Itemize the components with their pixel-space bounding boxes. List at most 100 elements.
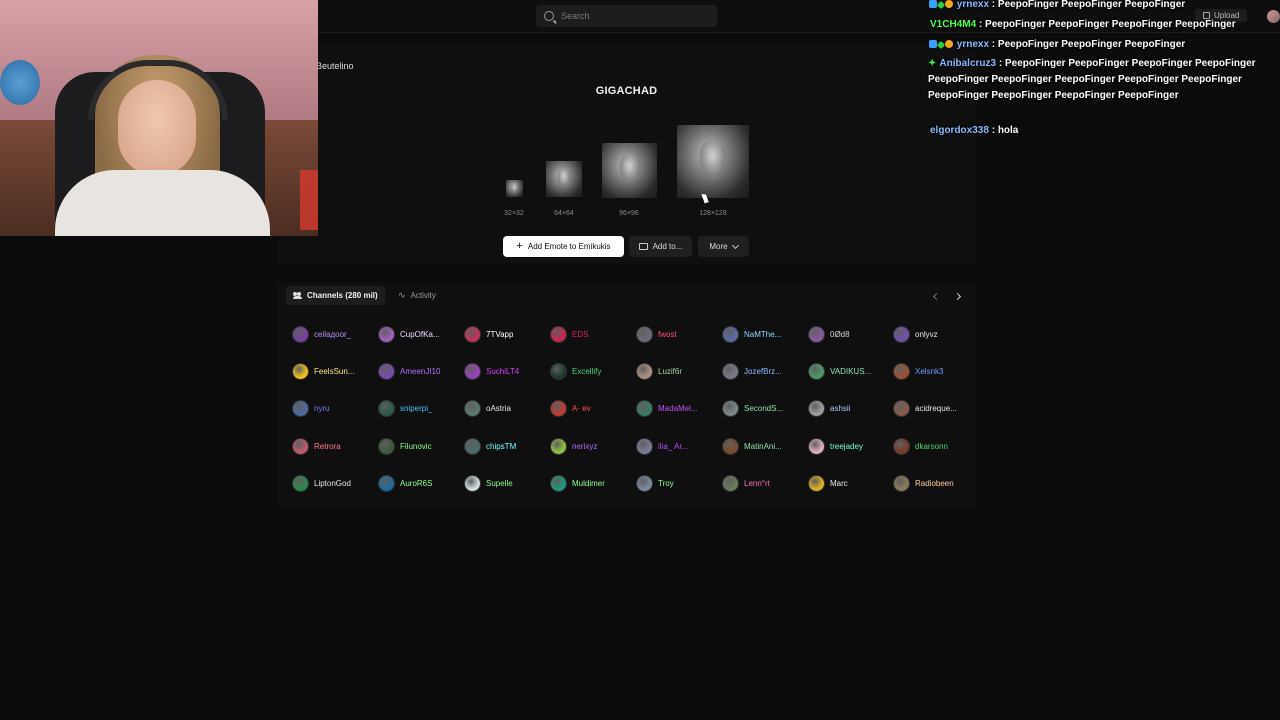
channel-name: MadaMel... <box>658 403 698 413</box>
channel-item[interactable]: Supelle <box>464 473 548 493</box>
channel-item[interactable]: Filunovic <box>378 436 462 456</box>
channel-name: A· ev <box>572 403 591 413</box>
channel-item[interactable]: CupOfKa... <box>378 324 462 344</box>
channel-name: AmeenJI10 <box>400 366 441 376</box>
channel-item[interactable]: acidreque... <box>893 398 977 418</box>
avatar <box>636 474 653 492</box>
channel-item[interactable]: Lenn°rt <box>722 473 806 493</box>
avatar <box>893 362 910 380</box>
channel-item[interactable]: MadaMel... <box>636 398 720 418</box>
channel-item[interactable]: AuroR6S <box>378 473 462 493</box>
badge-icon <box>936 0 946 10</box>
avatar <box>893 437 910 455</box>
avatar <box>550 474 567 492</box>
channel-name: VADIKUS... <box>830 366 872 376</box>
channel-item[interactable]: nyru <box>292 398 376 418</box>
streamer-shirt <box>55 170 270 236</box>
avatar <box>292 325 309 343</box>
avatar <box>464 474 481 492</box>
avatar <box>808 362 825 380</box>
channel-name: fwost <box>658 329 677 339</box>
chat-text: PeepoFinger PeepoFinger PeepoFinger <box>997 0 1186 10</box>
channel-item[interactable]: fwost <box>636 324 720 344</box>
channel-item[interactable]: Radiobeen <box>893 473 977 493</box>
prev-page-button[interactable] <box>929 289 943 303</box>
channel-name: dkarsonn <box>915 441 948 451</box>
avatar <box>292 362 309 380</box>
channel-item[interactable]: sniperpi_ <box>378 398 462 418</box>
red-light <box>300 170 318 230</box>
emote-owner[interactable]: Beutelino <box>316 61 354 71</box>
channel-name: onlyvz <box>915 329 938 339</box>
avatar <box>292 399 309 417</box>
channel-name: EDS <box>572 329 589 339</box>
channel-name: MatinAni... <box>744 441 782 451</box>
channel-name: SuchiLT4 <box>486 366 520 376</box>
channel-item[interactable]: MatinAni... <box>722 436 806 456</box>
add-to-button[interactable]: Add to... <box>629 236 692 257</box>
add-emote-label: Add Emote to Emikukis <box>527 242 611 251</box>
channel-item[interactable]: SecondS... <box>722 398 806 418</box>
channel-name: ashsii <box>830 403 851 413</box>
channel-item[interactable]: EDS <box>550 324 634 344</box>
avatar <box>636 362 653 380</box>
chat-message: V1CH4M4 : PeepoFinger PeepoFinger PeepoF… <box>930 19 1236 30</box>
channel-name: Retrora <box>314 441 341 451</box>
avatar <box>722 362 739 380</box>
channel-name: Excellify <box>572 366 602 376</box>
badge-icon <box>945 0 953 8</box>
search-input[interactable] <box>561 11 711 21</box>
plus-icon: + <box>516 240 523 252</box>
avatar <box>292 474 309 492</box>
channel-item[interactable]: NaMThe... <box>722 324 806 344</box>
channel-name: Xelsnk3 <box>915 366 944 376</box>
channel-item[interactable]: 0Ød8 <box>808 324 892 344</box>
add-emote-button[interactable]: + Add Emote to Emikukis <box>503 236 624 257</box>
channel-item[interactable]: nerixyz <box>550 436 634 456</box>
channel-item[interactable]: Troy <box>636 473 720 493</box>
avatar <box>464 437 481 455</box>
channel-item[interactable]: FeelsSun... <box>292 361 376 381</box>
users-icon <box>293 292 302 299</box>
channel-item[interactable]: ashsii <box>808 398 892 418</box>
avatar <box>464 399 481 417</box>
channel-item[interactable]: VADIKUS... <box>808 361 892 381</box>
chat-message: yrnexx : PeepoFinger PeepoFinger PeepoFi… <box>929 37 1279 53</box>
channel-item[interactable]: Muldimer <box>550 473 634 493</box>
more-label: More <box>709 242 728 251</box>
channel-item[interactable]: AmeenJI10 <box>378 361 462 381</box>
avatar <box>550 325 567 343</box>
channel-item[interactable]: SuchiLT4 <box>464 361 548 381</box>
tab-activity[interactable]: ∿ Activity <box>391 286 443 305</box>
search-box[interactable] <box>536 5 717 27</box>
channel-item[interactable]: chipsTM <box>464 436 548 456</box>
tab-channels[interactable]: Channels (280 mil) <box>286 286 385 305</box>
channel-item[interactable]: ceilaдoor_ <box>292 324 376 344</box>
badge-icon <box>929 40 937 48</box>
channel-item[interactable]: Xelsnk3 <box>893 361 977 381</box>
channel-item[interactable]: Excellify <box>550 361 634 381</box>
channel-item[interactable]: Marc <box>808 473 892 493</box>
channel-item[interactable]: oAstria <box>464 398 548 418</box>
channel-name: Filunovic <box>400 441 432 451</box>
channel-item[interactable]: JozefBrz... <box>722 361 806 381</box>
avatar <box>722 437 739 455</box>
avatar <box>378 325 395 343</box>
more-button[interactable]: More <box>698 236 749 257</box>
star-icon: ✦ <box>928 58 937 69</box>
channel-item[interactable]: A· ev <box>550 398 634 418</box>
channel-item[interactable]: onlyvz <box>893 324 977 344</box>
channel-item[interactable]: LiptonGod <box>292 473 376 493</box>
channel-name: sniperpi_ <box>400 403 433 413</box>
channel-item[interactable]: ilia_ Ar... <box>636 436 720 456</box>
channel-item[interactable]: 7TVapp <box>464 324 548 344</box>
next-page-button[interactable] <box>950 289 964 303</box>
channel-item[interactable]: dkarsonn <box>893 436 977 456</box>
channel-item[interactable]: Luzif6r <box>636 361 720 381</box>
tab-channels-label: Channels (280 mil) <box>307 291 378 300</box>
channel-item[interactable]: Retrora <box>292 436 376 456</box>
channel-name: Supelle <box>486 478 513 488</box>
channel-name: Muldimer <box>572 478 605 488</box>
chat-text: PeepoFinger PeepoFinger PeepoFinger Peep… <box>985 19 1236 30</box>
channel-item[interactable]: treejadey <box>808 436 892 456</box>
